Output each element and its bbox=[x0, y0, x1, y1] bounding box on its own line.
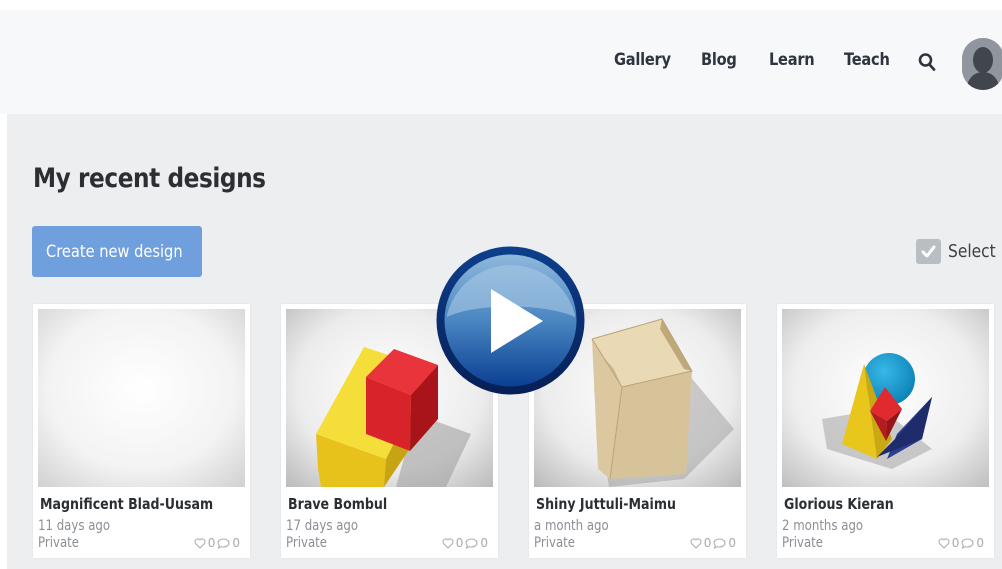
design-stats: 0 0 bbox=[442, 536, 488, 550]
play-video-button[interactable] bbox=[435, 245, 586, 396]
design-name[interactable]: Brave Bombul bbox=[288, 495, 387, 513]
nav-gallery-link[interactable]: Gallery bbox=[614, 50, 671, 70]
likes-count: 0 bbox=[703, 536, 712, 550]
design-name[interactable]: Shiny Juttuli-Maimu bbox=[536, 495, 676, 513]
comment-icon[interactable] bbox=[961, 537, 974, 549]
design-card[interactable]: Magnificent Blad-Uusam 11 days ago Priva… bbox=[33, 304, 250, 558]
design-name[interactable]: Magnificent Blad-Uusam bbox=[40, 495, 213, 513]
nav-learn-link[interactable]: Learn bbox=[769, 50, 815, 70]
comments-count: 0 bbox=[976, 536, 984, 550]
design-stats: 0 0 bbox=[194, 536, 240, 550]
page-title: My recent designs bbox=[33, 163, 266, 194]
design-stats: 0 0 bbox=[938, 536, 984, 550]
design-thumbnail[interactable] bbox=[38, 309, 245, 487]
create-new-design-label: Create new design bbox=[46, 241, 183, 262]
design-name[interactable]: Glorious Kieran bbox=[784, 495, 894, 513]
design-timestamp: 2 months ago bbox=[782, 518, 864, 534]
heart-icon[interactable] bbox=[442, 537, 454, 549]
avatar-icon bbox=[962, 38, 1002, 90]
design-thumbnail[interactable] bbox=[782, 309, 989, 487]
comment-icon[interactable] bbox=[713, 537, 726, 549]
nav-blog-link[interactable]: Blog bbox=[701, 50, 737, 70]
user-avatar[interactable] bbox=[962, 38, 1002, 90]
design-visibility: Private bbox=[286, 535, 328, 551]
design-visibility: Private bbox=[534, 535, 576, 551]
comments-count: 0 bbox=[728, 536, 736, 550]
heart-icon[interactable] bbox=[194, 537, 206, 549]
select-label: Select bbox=[948, 240, 996, 262]
design-timestamp: a month ago bbox=[534, 518, 609, 534]
comment-icon[interactable] bbox=[217, 537, 230, 549]
comment-icon[interactable] bbox=[465, 537, 478, 549]
select-toggle[interactable]: Select bbox=[916, 236, 1002, 266]
nav-teach-link[interactable]: Teach bbox=[844, 50, 890, 70]
create-new-design-button[interactable]: Create new design bbox=[32, 226, 202, 277]
heart-icon[interactable] bbox=[690, 537, 702, 549]
checkbox-icon[interactable] bbox=[916, 238, 941, 264]
comments-count: 0 bbox=[480, 536, 488, 550]
design-card[interactable]: Glorious Kieran 2 months ago Private 0 0 bbox=[777, 304, 994, 558]
likes-count: 0 bbox=[455, 536, 464, 550]
design-visibility: Private bbox=[782, 535, 824, 551]
likes-count: 0 bbox=[207, 536, 216, 550]
design-visibility: Private bbox=[38, 535, 80, 551]
search-icon[interactable] bbox=[918, 52, 936, 72]
likes-count: 0 bbox=[951, 536, 960, 550]
comments-count: 0 bbox=[232, 536, 240, 550]
design-stats: 0 0 bbox=[690, 536, 736, 550]
design-timestamp: 11 days ago bbox=[38, 518, 111, 534]
heart-icon[interactable] bbox=[938, 537, 950, 549]
design-timestamp: 17 days ago bbox=[286, 518, 359, 534]
